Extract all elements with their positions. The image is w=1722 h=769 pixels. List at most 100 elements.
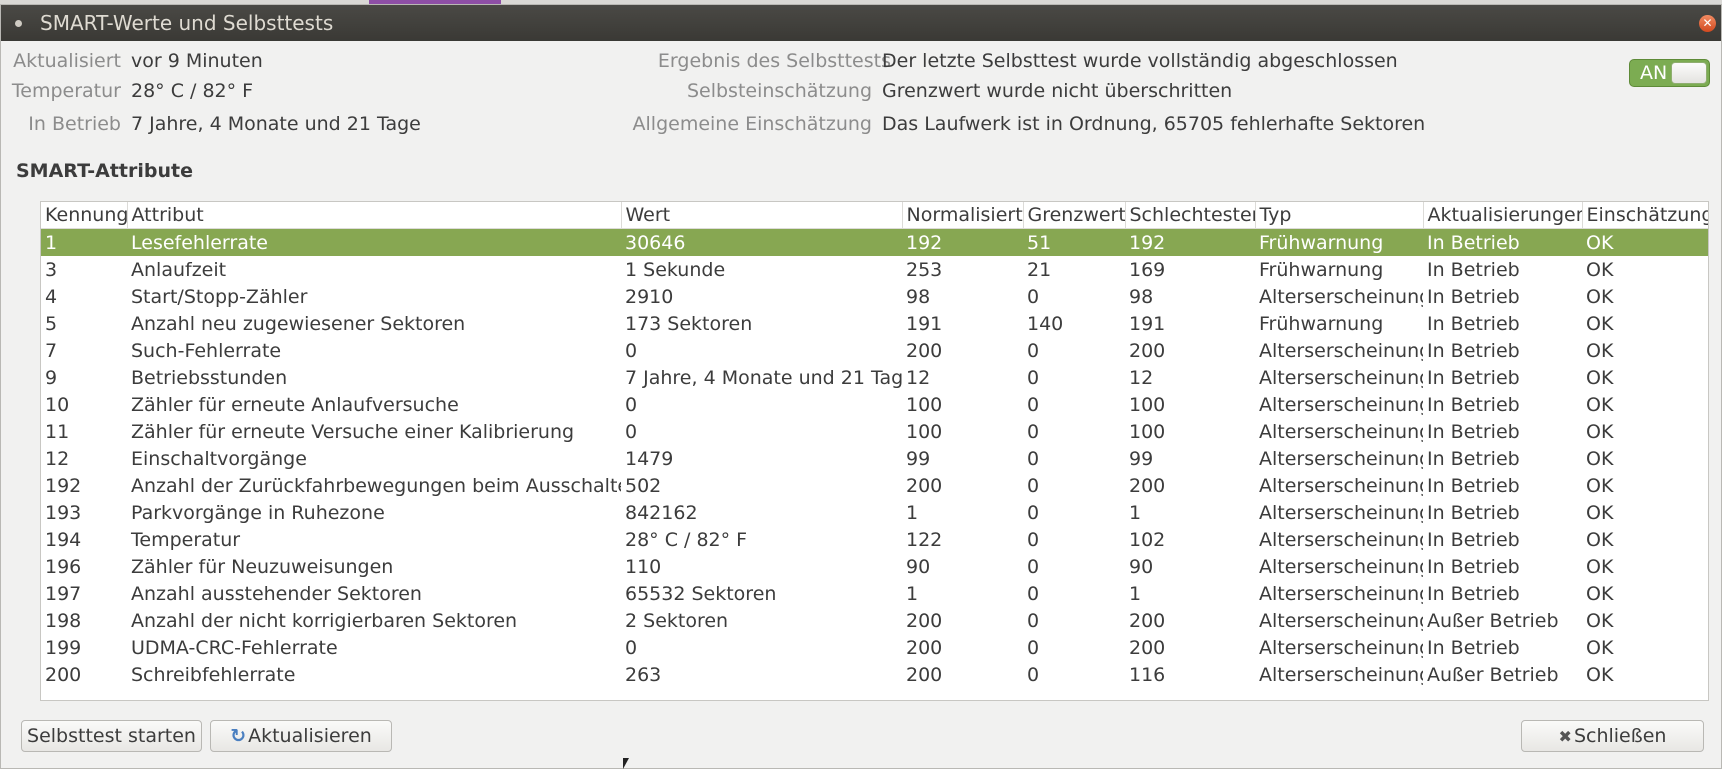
cell-normalized: 12 <box>906 366 931 389</box>
column-header-wert[interactable]: Wert <box>621 202 903 229</box>
table-row[interactable]: 5 Anzahl neu zugewiesener Sektoren 173 Sek… <box>41 310 1708 337</box>
table-row[interactable]: 198 Anzahl der nicht korrigierbaren Sekto… <box>41 607 1708 634</box>
toggle-knob[interactable] <box>1671 62 1707 84</box>
column-header-typ[interactable]: Typ <box>1255 202 1424 229</box>
cell-normalized: 1 <box>906 501 919 524</box>
cell-normalized: 191 <box>906 312 943 335</box>
close-button[interactable]: ✖ Schließen <box>1521 720 1704 752</box>
cell-assessment: OK <box>1586 312 1614 335</box>
info-value: vor 9 Minuten <box>131 50 263 72</box>
cell-id: 192 <box>45 474 82 497</box>
table-row[interactable]: 193 Parkvorgänge in Ruhezone 842162 1 0 1 Alte… <box>41 499 1708 526</box>
column-header-schlechtester[interactable]: Schlechtester <box>1125 202 1256 229</box>
info-power-on: In Betrieb 7 Jahre, 4 Monate und 21 Tage <box>1 113 621 136</box>
table-row[interactable]: 10 Zähler für erneute Anlaufversuche 0 100 0… <box>41 391 1708 418</box>
cell-value: 2 Sektoren <box>625 609 729 632</box>
cell-type: Alterserscheinung <box>1259 393 1423 416</box>
cell-updates: In Betrieb <box>1427 393 1520 416</box>
cell-id: 12 <box>45 447 70 470</box>
cell-type: Frühwarnung <box>1255 228 1423 256</box>
column-header-aktualisierungen[interactable]: Aktualisierungen <box>1423 202 1583 229</box>
cell-updates: In Betrieb <box>1427 582 1520 605</box>
smart-attributes-table[interactable]: Kennung Attribut Wert Normalisiert Grenz… <box>40 201 1709 701</box>
cell-assessment: OK <box>1582 228 1708 256</box>
cell-threshold: 0 <box>1027 663 1040 686</box>
info-label: Selbsteinschätzung <box>686 80 872 102</box>
cell-attribute: Schreibfehlerrate <box>131 663 296 686</box>
column-header-attribut[interactable]: Attribut <box>127 202 622 229</box>
cell-type: Alterserscheinung <box>1259 582 1423 605</box>
cell-updates: In Betrieb <box>1427 528 1520 551</box>
table-row[interactable]: 192 Anzahl der Zurückfahrbewegungen beim … <box>41 472 1708 499</box>
table-row[interactable]: 196 Zähler für Neuzuweisungen 110 90 0 90 Alte… <box>41 553 1708 580</box>
refresh-label: Aktualisieren <box>248 725 372 747</box>
cell-attribute: Zähler für erneute Anlaufversuche <box>131 393 459 416</box>
table-row[interactable]: 7 Such-Fehlerrate 0 200 0 200 Alterserscheinun… <box>41 337 1708 364</box>
cell-threshold: 0 <box>1027 582 1040 605</box>
cell-threshold: 0 <box>1027 474 1040 497</box>
cell-value: 1 Sekunde <box>625 258 726 281</box>
cell-threshold: 0 <box>1027 420 1040 443</box>
close-icon: ✖ <box>1558 727 1572 746</box>
cell-worst: 116 <box>1129 663 1166 686</box>
cell-attribute: Lesefehlerrate <box>127 228 621 256</box>
cell-assessment: OK <box>1586 474 1614 497</box>
table-row[interactable]: 12 Einschaltvorgänge 1479 99 0 99 Altersersche… <box>41 445 1708 472</box>
cell-id: 196 <box>45 555 82 578</box>
cell-type: Alterserscheinung <box>1259 447 1423 470</box>
cell-threshold: 0 <box>1027 636 1040 659</box>
cell-threshold: 0 <box>1027 366 1040 389</box>
cell-assessment: OK <box>1586 501 1614 524</box>
cell-type: Alterserscheinung <box>1259 609 1423 632</box>
cell-assessment: OK <box>1586 663 1614 686</box>
cell-threshold: 51 <box>1023 228 1125 256</box>
cell-assessment: OK <box>1586 366 1614 389</box>
cell-worst: 1 <box>1129 582 1142 605</box>
cell-value: 0 <box>625 339 638 362</box>
cell-attribute: Parkvorgänge in Ruhezone <box>131 501 385 524</box>
table-row[interactable]: 4 Start/Stopp-Zähler 2910 98 0 98 Altersersche… <box>41 283 1708 310</box>
table-row[interactable]: 200 Schreibfehlerrate 263 200 0 116 Altersersc… <box>41 661 1708 688</box>
cell-worst: 200 <box>1129 636 1166 659</box>
start-selftest-label: Selbsttest starten <box>27 725 196 747</box>
info-updated: Aktualisiert vor 9 Minuten <box>1 50 621 73</box>
cell-id: 7 <box>45 339 58 362</box>
table-row[interactable]: 9 Betriebsstunden 7 Jahre, 4 Monate und 21… <box>41 364 1708 391</box>
info-value: 7 Jahre, 4 Monate und 21 Tage <box>131 113 421 135</box>
table-row[interactable]: 197 Anzahl ausstehender Sektoren 65532 Sek… <box>41 580 1708 607</box>
smart-enable-toggle[interactable]: AN <box>1629 59 1710 87</box>
cell-worst: 200 <box>1129 339 1166 362</box>
cell-id: 198 <box>45 609 82 632</box>
window-menu-icon[interactable] <box>15 20 22 27</box>
cell-normalized: 100 <box>906 420 943 443</box>
cell-value: 263 <box>625 663 662 686</box>
cell-threshold: 21 <box>1027 258 1052 281</box>
cell-updates: In Betrieb <box>1427 555 1520 578</box>
cell-worst: 12 <box>1129 366 1154 389</box>
window-close-icon[interactable]: ✕ <box>1699 15 1716 32</box>
cell-type: Alterserscheinung <box>1259 366 1423 389</box>
cell-normalized: 1 <box>906 582 919 605</box>
cell-assessment: OK <box>1586 447 1614 470</box>
cell-worst: 99 <box>1129 447 1154 470</box>
column-header-normalisiert[interactable]: Normalisiert <box>902 202 1024 229</box>
table-row[interactable]: 1 Lesefehlerrate 30646 192 51 192 Frühwarnung I… <box>41 228 1708 256</box>
cell-threshold: 0 <box>1027 393 1040 416</box>
table-row[interactable]: 194 Temperatur 28° C / 82° F 122 0 102 Alterse… <box>41 526 1708 553</box>
cell-assessment: OK <box>1586 555 1614 578</box>
title-bar[interactable]: SMART-Werte und Selbsttests ✕ <box>1 5 1721 41</box>
column-header-einschaetzung[interactable]: Einschätzung <box>1582 202 1708 229</box>
cell-updates: In Betrieb <box>1427 447 1520 470</box>
start-selftest-button[interactable]: Selbsttest starten <box>21 720 202 752</box>
cell-assessment: OK <box>1586 339 1614 362</box>
refresh-button[interactable]: ↻ Aktualisieren <box>210 720 392 752</box>
cell-normalized: 122 <box>906 528 943 551</box>
column-header-kennung[interactable]: Kennung <box>41 202 128 229</box>
cell-updates: In Betrieb <box>1427 474 1520 497</box>
table-row[interactable]: 11 Zähler für erneute Versuche einer Kali… <box>41 418 1708 445</box>
column-header-grenzwert[interactable]: Grenzwert <box>1023 202 1126 229</box>
table-row[interactable]: 3 Anlaufzeit 1 Sekunde 253 21 169 Frühwarnung I… <box>41 256 1708 283</box>
cell-value: 28° C / 82° F <box>625 528 748 551</box>
table-row[interactable]: 199 UDMA-CRC-Fehlerrate 0 200 0 200 Altersersc… <box>41 634 1708 661</box>
smart-dialog: SMART-Werte und Selbsttests ✕ Aktualisie… <box>0 4 1722 769</box>
